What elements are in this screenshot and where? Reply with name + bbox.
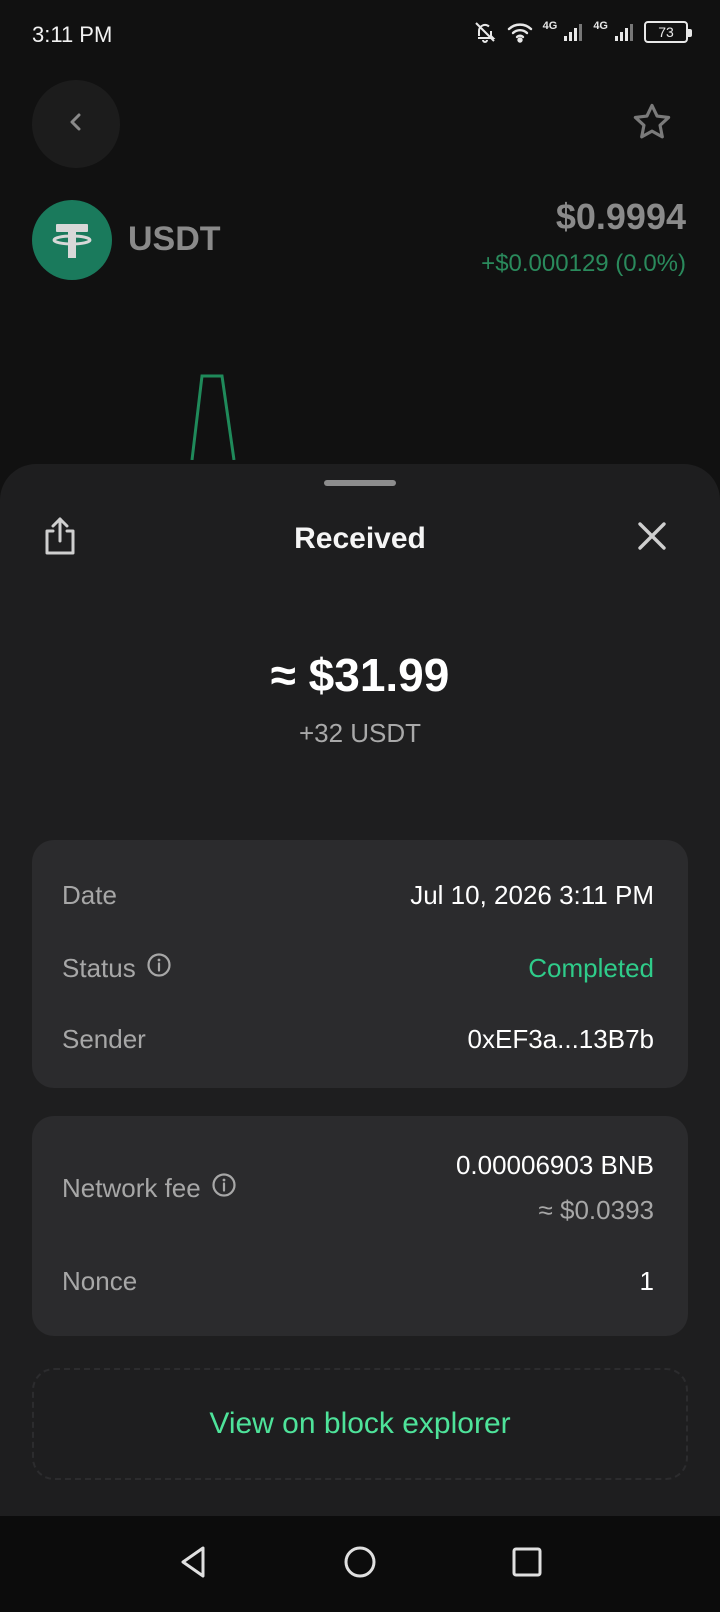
transaction-sheet: Received ≈ $31.99 +32 USDT Date Jul 10, … [0,464,720,1516]
close-icon [636,520,668,557]
date-value: Jul 10, 2026 3:11 PM [410,880,654,910]
drag-handle[interactable] [324,480,396,486]
view-block-explorer-button[interactable]: View on block explorer [32,1368,688,1480]
network-fee-bnb: 0.00006903 BNB [455,1150,654,1180]
date-label: Date [62,880,117,910]
amount-fiat: ≈ $31.99 [270,649,450,701]
nonce-value: 1 [639,1266,654,1296]
token-symbol: USDT [128,220,221,258]
sender-label: Sender [62,1024,146,1054]
close-button[interactable] [632,518,672,558]
info-icon[interactable] [211,1172,237,1205]
system-nav-bar [0,1516,720,1612]
token-price: $0.9994 [555,196,686,237]
token-price-change: +$0.000129 (0.0%) [481,250,686,277]
status-label-group: Status [62,952,172,985]
back-triangle-icon [177,1544,209,1585]
nav-back-button[interactable] [163,1534,223,1594]
back-chevron-icon [64,110,88,139]
network-fee-row: Network fee 0.00006903 BNB ≈ $0.0393 [62,1150,654,1226]
network-fee-label-group: Network fee [62,1172,237,1205]
token-header: USDT $0.9994 +$0.000129 (0.0%) [0,0,720,480]
tether-logo [32,200,112,280]
star-icon [631,101,673,148]
date-row: Date Jul 10, 2026 3:11 PM [62,880,654,911]
transaction-details-card: Date Jul 10, 2026 3:11 PM Status Complet… [32,840,688,1088]
transaction-detail-screen: 3:11 PM 4G 4G 73 USDT $0.9994 +$0.000129… [0,0,720,1612]
back-button[interactable] [32,80,120,168]
home-circle-icon [342,1544,378,1585]
status-label: Status [62,953,136,983]
fees-card: Network fee 0.00006903 BNB ≈ $0.0393 Non… [32,1116,688,1336]
sender-row: Sender 0xEF3a...13B7b [62,1024,654,1055]
nav-home-button[interactable] [330,1534,390,1594]
nav-recents-button[interactable] [497,1534,557,1594]
network-fee-usd: ≈ $0.0393 [538,1195,654,1225]
status-value: Completed [528,953,654,983]
sender-address[interactable]: 0xEF3a...13B7b [468,1024,654,1055]
nonce-row: Nonce 1 [62,1266,654,1297]
info-icon[interactable] [146,952,172,985]
network-fee-values: 0.00006903 BNB ≈ $0.0393 [456,1150,654,1226]
sheet-title: Received [294,522,426,555]
favorite-button[interactable] [628,100,676,148]
network-fee-label: Network fee [62,1172,201,1203]
price-chart-line [190,374,236,460]
view-block-explorer-label: View on block explorer [209,1407,511,1440]
amount-token: +32 USDT [298,718,422,748]
status-row: Status Completed [62,952,654,985]
nonce-label: Nonce [62,1266,138,1296]
recents-square-icon [510,1545,544,1584]
